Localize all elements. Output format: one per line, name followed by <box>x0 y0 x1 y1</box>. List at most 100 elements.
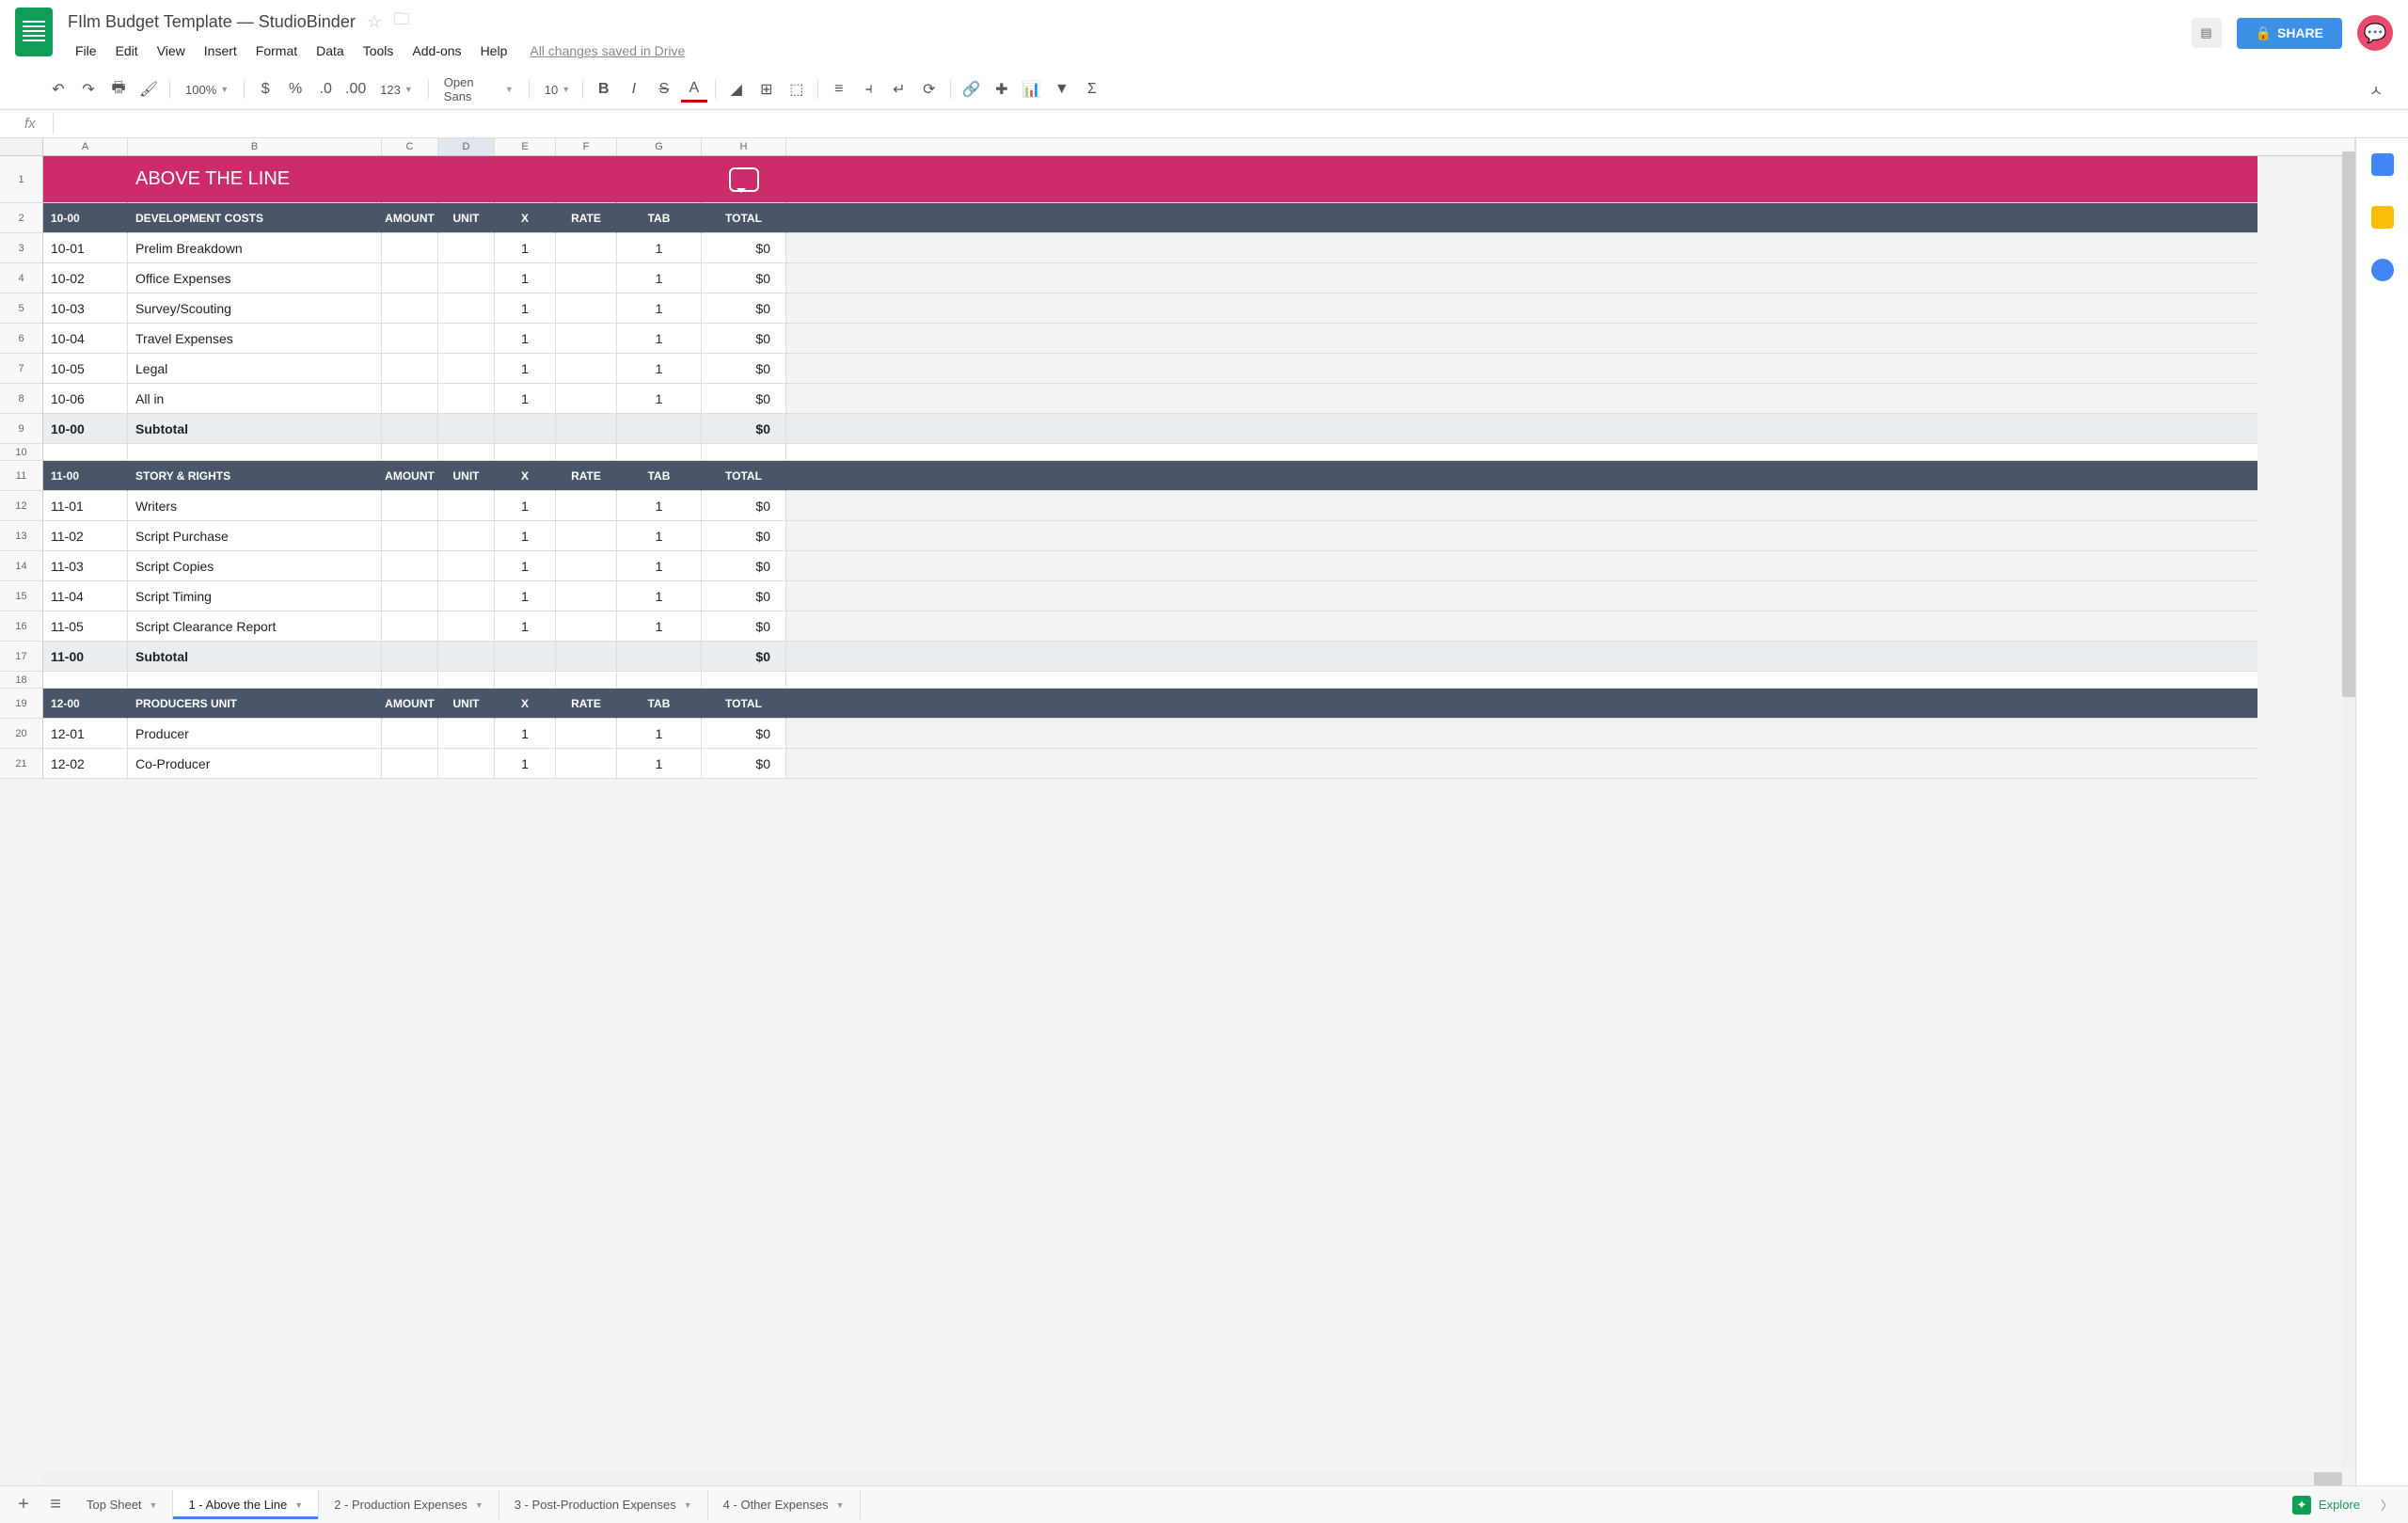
menu-file[interactable]: File <box>68 40 104 62</box>
cell[interactable]: 1 <box>495 324 556 354</box>
cell[interactable] <box>438 384 495 414</box>
cell[interactable] <box>617 414 702 444</box>
cell[interactable]: TAB <box>617 689 702 719</box>
section-code[interactable]: 11-00 <box>43 461 128 491</box>
section-title[interactable]: ABOVE THE LINE <box>128 156 382 203</box>
cell[interactable]: X <box>495 461 556 491</box>
cell[interactable]: 1 <box>495 263 556 293</box>
item-code[interactable]: 11-02 <box>43 521 128 551</box>
col-header-E[interactable]: E <box>495 138 556 155</box>
item-total[interactable]: $0 <box>702 233 786 263</box>
item-code[interactable]: 10-01 <box>43 233 128 263</box>
menu-addons[interactable]: Add-ons <box>404 40 468 62</box>
cell[interactable]: 1 <box>495 491 556 521</box>
cell[interactable] <box>382 521 438 551</box>
item-code[interactable]: 11-01 <box>43 491 128 521</box>
cell[interactable]: AMOUNT <box>382 203 438 233</box>
cell[interactable]: 1 <box>617 293 702 324</box>
item-code[interactable]: 11-05 <box>43 611 128 642</box>
menu-format[interactable]: Format <box>248 40 305 62</box>
cell[interactable] <box>702 672 786 689</box>
cell[interactable] <box>438 263 495 293</box>
cell[interactable]: TOTAL <box>702 203 786 233</box>
subtotal-total[interactable]: $0 <box>702 414 786 444</box>
cell[interactable] <box>438 719 495 749</box>
cell[interactable] <box>382 384 438 414</box>
row-header[interactable]: 14 <box>0 551 43 581</box>
cell[interactable]: 1 <box>617 354 702 384</box>
menu-insert[interactable]: Insert <box>197 40 245 62</box>
cell[interactable]: 1 <box>617 719 702 749</box>
cell[interactable] <box>382 719 438 749</box>
item-total[interactable]: $0 <box>702 551 786 581</box>
cell[interactable]: TOTAL <box>702 461 786 491</box>
cell[interactable] <box>438 233 495 263</box>
cell[interactable] <box>382 293 438 324</box>
item-code[interactable]: 10-03 <box>43 293 128 324</box>
decimal-dec-button[interactable]: .0 <box>312 76 339 103</box>
cell[interactable] <box>556 263 617 293</box>
cell[interactable] <box>438 581 495 611</box>
row-header[interactable]: 16 <box>0 611 43 642</box>
row-header[interactable]: 4 <box>0 263 43 293</box>
menu-tools[interactable]: Tools <box>356 40 402 62</box>
cell[interactable]: 1 <box>617 611 702 642</box>
row-header[interactable]: 9 <box>0 414 43 444</box>
cell[interactable]: 1 <box>617 233 702 263</box>
subtotal-code[interactable]: 10-00 <box>43 414 128 444</box>
calendar-icon[interactable] <box>2371 153 2394 176</box>
cell[interactable] <box>556 324 617 354</box>
item-desc[interactable]: Script Timing <box>128 581 382 611</box>
sheet-tab[interactable]: 2 - Production Expenses▼ <box>319 1490 499 1519</box>
section-code[interactable]: 12-00 <box>43 689 128 719</box>
cell[interactable]: 1 <box>495 354 556 384</box>
cell[interactable]: 1 <box>617 384 702 414</box>
cell[interactable] <box>495 414 556 444</box>
cell[interactable]: 1 <box>617 263 702 293</box>
text-color-button[interactable]: A <box>681 76 707 103</box>
cell[interactable]: 1 <box>617 324 702 354</box>
cell[interactable] <box>128 444 382 461</box>
bold-button[interactable]: B <box>591 76 617 103</box>
font-select[interactable]: Open Sans▼ <box>436 75 521 103</box>
star-icon[interactable]: ☆ <box>367 12 382 32</box>
item-total[interactable]: $0 <box>702 263 786 293</box>
font-size-select[interactable]: 10▼ <box>537 83 575 97</box>
cell[interactable] <box>438 749 495 779</box>
cell[interactable]: RATE <box>556 461 617 491</box>
cell[interactable] <box>702 444 786 461</box>
cell[interactable] <box>556 672 617 689</box>
subtotal-code[interactable]: 11-00 <box>43 642 128 672</box>
subtotal-total[interactable]: $0 <box>702 642 786 672</box>
cell[interactable] <box>495 642 556 672</box>
explore-button[interactable]: ✦ Explore <box>2279 1490 2373 1520</box>
filter-button[interactable]: ▼ <box>1049 76 1075 103</box>
grid[interactable]: 1 ABOVE THE LINE 2 10-00DEVELOPMENT COST… <box>0 156 2355 1485</box>
cell[interactable]: AMOUNT <box>382 461 438 491</box>
item-total[interactable]: $0 <box>702 611 786 642</box>
cell[interactable] <box>556 233 617 263</box>
cell[interactable]: X <box>495 689 556 719</box>
cell[interactable]: 1 <box>495 581 556 611</box>
section-name[interactable]: STORY & RIGHTS <box>128 461 382 491</box>
comments-button[interactable]: ▤ <box>2192 18 2222 48</box>
sidebar-expand-button[interactable]: 〉 <box>2373 1496 2400 1514</box>
row-header[interactable]: 3 <box>0 233 43 263</box>
row-header[interactable]: 21 <box>0 749 43 779</box>
cell[interactable]: 1 <box>495 551 556 581</box>
add-sheet-button[interactable]: + <box>8 1489 40 1521</box>
cell[interactable]: 1 <box>617 551 702 581</box>
cell[interactable] <box>495 672 556 689</box>
row-header[interactable]: 2 <box>0 203 43 233</box>
horizontal-scrollbar[interactable] <box>43 1472 2342 1485</box>
sheet-tab[interactable]: 3 - Post-Production Expenses▼ <box>499 1490 708 1519</box>
cell[interactable] <box>556 354 617 384</box>
item-desc[interactable]: Script Purchase <box>128 521 382 551</box>
strike-button[interactable]: S <box>651 76 677 103</box>
cell[interactable]: 1 <box>495 233 556 263</box>
cell[interactable] <box>382 749 438 779</box>
item-desc[interactable]: Script Copies <box>128 551 382 581</box>
item-total[interactable]: $0 <box>702 581 786 611</box>
cell[interactable] <box>382 672 438 689</box>
item-total[interactable]: $0 <box>702 384 786 414</box>
